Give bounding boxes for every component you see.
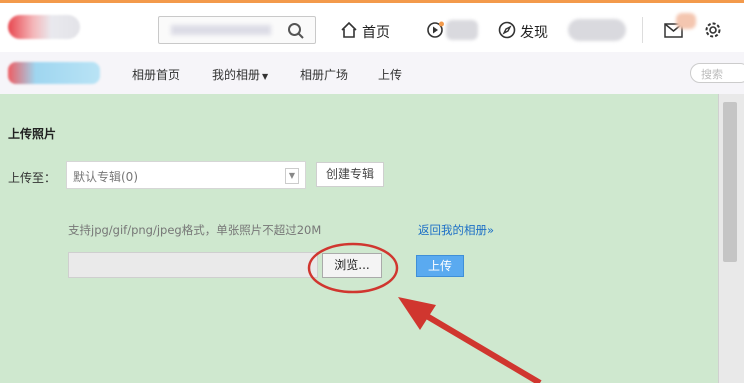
album-subnav: 相册首页 我的相册 ▼ 相册广场 上传 搜索 xyxy=(0,52,744,94)
create-album-button[interactable]: 创建专辑 xyxy=(316,162,384,187)
vertical-scrollbar[interactable] xyxy=(718,94,744,383)
top-bar: 首页 发现 xyxy=(0,0,744,52)
upload-to-label: 上传至： xyxy=(8,171,57,185)
album-select[interactable]: 默认专辑(0) ▼ xyxy=(66,161,306,189)
nav-home-label: 首页 xyxy=(362,25,390,41)
subnav-my-albums-label: 我的相册 xyxy=(212,68,261,82)
back-to-albums-link[interactable]: 返回我的相册» xyxy=(418,222,494,238)
page-title: 上传照片 xyxy=(8,127,57,141)
nav-discover[interactable]: 发现 xyxy=(498,21,548,43)
search-box[interactable] xyxy=(158,16,316,44)
browse-button[interactable]: 浏览... xyxy=(322,253,382,278)
home-icon xyxy=(340,21,358,43)
subnav-search-input[interactable]: 搜索 xyxy=(690,63,744,83)
upload-button[interactable]: 上传 xyxy=(416,255,464,277)
subnav-upload[interactable]: 上传 xyxy=(378,66,402,83)
scrollbar-thumb[interactable] xyxy=(723,102,737,262)
dropdown-arrow-icon[interactable]: ▼ xyxy=(285,168,299,184)
notification-badge xyxy=(676,13,696,29)
play-icon[interactable] xyxy=(426,21,444,42)
search-input-blurred[interactable] xyxy=(171,25,271,35)
album-select-value: 默认专辑(0) xyxy=(73,170,138,184)
search-icon[interactable] xyxy=(287,22,305,43)
caret-down-icon: ▼ xyxy=(262,72,269,81)
subnav-album-square[interactable]: 相册广场 xyxy=(300,66,348,83)
subnav-album-home[interactable]: 相册首页 xyxy=(132,66,180,83)
nav-discover-label: 发现 xyxy=(520,25,548,41)
nav-home[interactable]: 首页 xyxy=(340,21,390,43)
upload-panel xyxy=(0,94,718,383)
blurred-nav-label[interactable] xyxy=(446,20,478,40)
blurred-user-name[interactable] xyxy=(568,19,626,41)
format-hint: 支持jpg/gif/png/jpeg格式，单张照片不超过20M xyxy=(68,223,322,237)
gear-icon[interactable] xyxy=(704,21,722,42)
site-logo[interactable] xyxy=(8,15,80,39)
subnav-my-albums[interactable]: 我的相册 ▼ xyxy=(212,66,268,83)
compass-icon xyxy=(498,21,516,43)
file-path-input[interactable] xyxy=(68,252,318,278)
divider xyxy=(642,17,643,43)
album-logo[interactable] xyxy=(8,62,100,84)
